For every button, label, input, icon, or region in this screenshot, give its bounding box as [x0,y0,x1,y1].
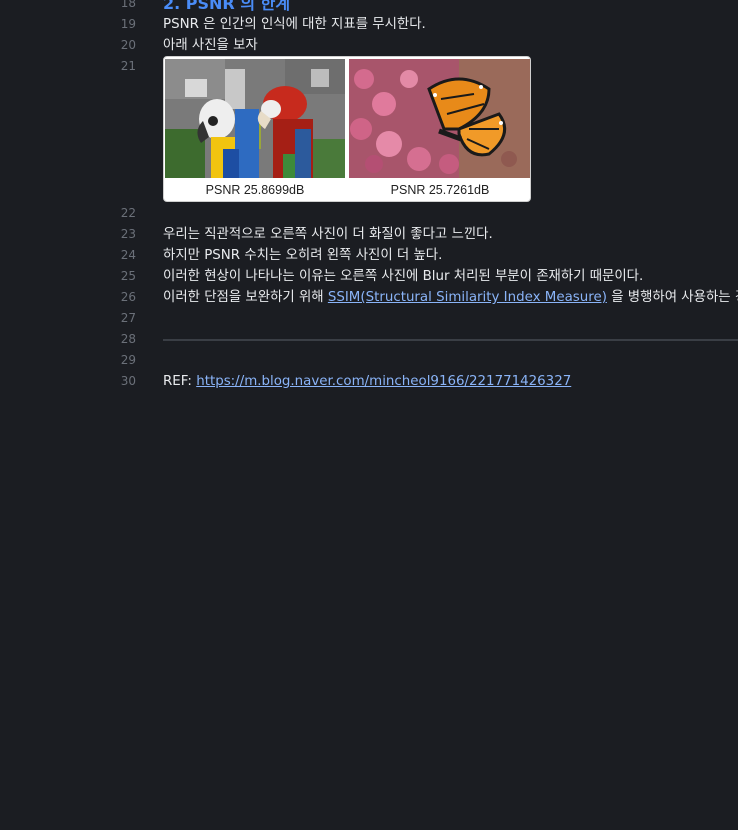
line-number: 20 [120,38,136,52]
ref-link[interactable]: https://m.blog.naver.com/mincheol9166/22… [196,374,571,389]
editor-line: 29 [0,350,738,371]
line-number: 23 [120,227,136,241]
left-psnr-caption: PSNR 25.8699dB [205,183,305,197]
line-text: 이러한 현상이 나타나는 이유는 오른쪽 사진에 Blur 처리된 부분이 존재… [163,269,644,284]
markdown-editor: 18 2. PSNR 의 한계 19 PSNR 은 인간의 인식에 대한 지표를… [0,0,738,830]
line-text: PSNR 은 인간의 인식에 대한 지표를 무시한다. [163,17,426,32]
line-text: 우리는 직관적으로 오른쪽 사진이 더 화질이 좋다고 느낀다. [163,227,493,242]
line-text-after-link: 을 병행하여 사용하는 경우 [611,290,738,305]
line-number: 22 [120,206,136,220]
line-text: 하지만 PSNR 수치는 오히려 왼쪽 사진이 더 높다. [163,248,443,263]
line-number: 26 [120,290,136,304]
line-number: 28 [120,332,136,346]
line-text-before-link: 이러한 단점을 보완하기 위해 [163,290,328,305]
ref-prefix: REF: [163,374,197,389]
line-text: 이러한 단점을 보완하기 위해 SSIM(Structural Similari… [163,287,738,308]
editor-line: 24 하지만 PSNR 수치는 오히려 왼쪽 사진이 더 높다. [0,245,738,266]
line-number: 27 [120,311,136,325]
psnr-comparison-image[interactable]: PSNR 25.8699dB PSNR 25.7261dB [163,56,531,202]
line-number: 18 [120,0,136,10]
editor-line: 18 2. PSNR 의 한계 [0,0,738,14]
line-number: 19 [120,17,136,31]
butterfly-photo [349,59,530,178]
editor-line: 27 [0,308,738,329]
line-text: REF: https://m.blog.naver.com/mincheol91… [163,371,571,392]
editor-line: 30 REF: https://m.blog.naver.com/mincheo… [0,371,738,392]
parrots-photo [165,59,345,178]
horizontal-rule [163,339,738,341]
editor-line: 26 이러한 단점을 보완하기 위해 SSIM(Structural Simil… [0,287,738,308]
ssim-link[interactable]: SSIM(Structural Similarity Index Measure… [328,290,607,305]
line-number: 30 [120,374,136,388]
line-number: 24 [120,248,136,262]
line-number: 25 [120,269,136,283]
line-text: 아래 사진을 보자 [163,38,258,53]
line-number: 21 [120,59,136,73]
editor-line: 22 [0,203,738,224]
editor-line: 23 우리는 직관적으로 오른쪽 사진이 더 화질이 좋다고 느낀다. [0,224,738,245]
right-psnr-caption: PSNR 25.7261dB [390,183,490,197]
editor-line: 20 아래 사진을 보자 [0,35,738,56]
section-heading: 2. PSNR 의 한계 [163,0,291,13]
editor-line: 19 PSNR 은 인간의 인식에 대한 지표를 무시한다. [0,14,738,35]
editor-line: 25 이러한 현상이 나타나는 이유는 오른쪽 사진에 Blur 처리된 부분이… [0,266,738,287]
line-number: 29 [120,353,136,367]
